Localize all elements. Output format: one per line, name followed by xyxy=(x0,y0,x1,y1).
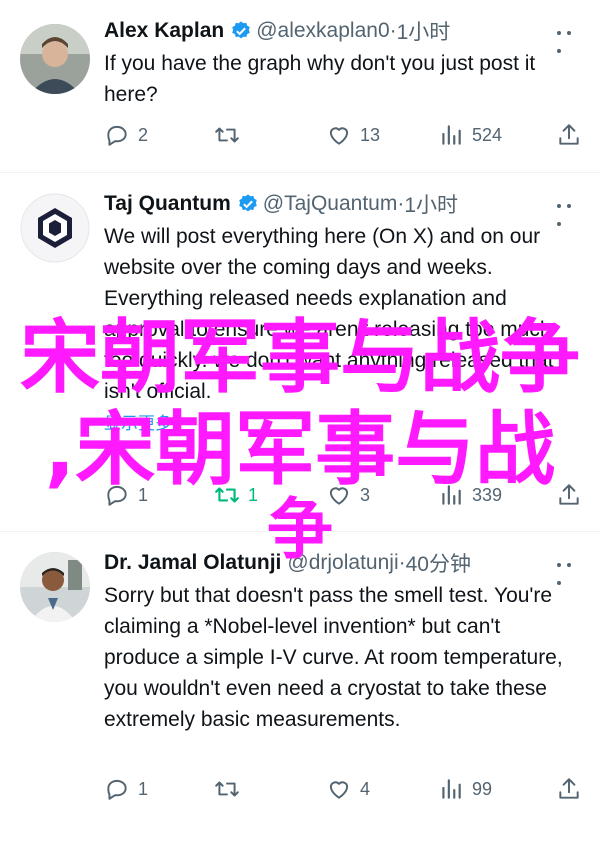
tweet-text: Sorry but that doesn't pass the smell te… xyxy=(104,584,563,731)
reply-count: 1 xyxy=(138,778,149,799)
verified-badge-icon xyxy=(238,194,257,212)
timestamp[interactable]: 1小时 xyxy=(404,189,458,219)
retweet-icon xyxy=(215,127,239,143)
like-button[interactable]: 13 xyxy=(326,120,380,150)
more-options-icon[interactable] xyxy=(554,22,580,53)
tweet-header: Taj Quantum @TajQuantum · 1小时 xyxy=(104,187,540,221)
reply-count: 2 xyxy=(138,124,149,145)
more-options-icon[interactable] xyxy=(554,195,580,226)
like-count: 13 xyxy=(360,124,381,145)
author-name[interactable]: Alex Kaplan xyxy=(104,19,224,43)
views-icon xyxy=(442,779,461,799)
separator-dot: · xyxy=(397,192,405,215)
watermark-line-2: ,宋朝军事与战 xyxy=(44,403,556,496)
view-count: 524 xyxy=(472,124,503,145)
reply-button[interactable]: 2 xyxy=(104,120,148,150)
share-button[interactable] xyxy=(556,120,590,150)
tweet-card[interactable]: Alex Kaplan @alexkaplan0 · 1小时 If you ha… xyxy=(0,0,600,172)
share-icon xyxy=(559,124,579,145)
watermark-line-3: 争 xyxy=(267,491,333,568)
tweet-actions: 1 4 99 xyxy=(104,774,584,804)
author-name[interactable]: Taj Quantum xyxy=(104,192,231,216)
views-icon xyxy=(442,125,461,145)
tweet-card[interactable]: Dr. Jamal Olatunji @drjolatunji · 40分钟 S… xyxy=(0,532,600,847)
separator-dot: · xyxy=(389,19,397,42)
avatar[interactable] xyxy=(20,193,90,263)
like-count: 4 xyxy=(360,778,371,799)
retweet-button[interactable] xyxy=(214,774,248,804)
author-handle[interactable]: @alexkaplan0 xyxy=(256,19,389,43)
author-handle[interactable]: @TajQuantum xyxy=(263,192,398,216)
tweet-text: If you have the graph why don't you just… xyxy=(104,52,536,106)
tweet-actions: 2 13 524 xyxy=(104,120,584,150)
timestamp[interactable]: 1小时 xyxy=(397,16,451,46)
view-count: 99 xyxy=(472,778,493,799)
retweet-button[interactable] xyxy=(214,120,248,150)
like-button[interactable]: 4 xyxy=(326,774,370,804)
tweet-header: Alex Kaplan @alexkaplan0 · 1小时 xyxy=(104,14,540,48)
heart-icon xyxy=(329,781,349,799)
reply-icon xyxy=(107,779,127,800)
share-button[interactable] xyxy=(556,774,590,804)
heart-icon xyxy=(329,127,349,145)
reply-button[interactable]: 1 xyxy=(104,774,148,804)
share-icon xyxy=(559,778,579,799)
watermark-line-1: 宋朝军事与战争 xyxy=(20,311,580,404)
verified-badge-icon xyxy=(232,21,251,39)
avatar[interactable] xyxy=(20,24,90,94)
reply-icon xyxy=(107,125,127,146)
views-button[interactable]: 99 xyxy=(438,774,492,804)
retweet-icon xyxy=(215,781,239,797)
views-button[interactable]: 524 xyxy=(438,120,502,150)
